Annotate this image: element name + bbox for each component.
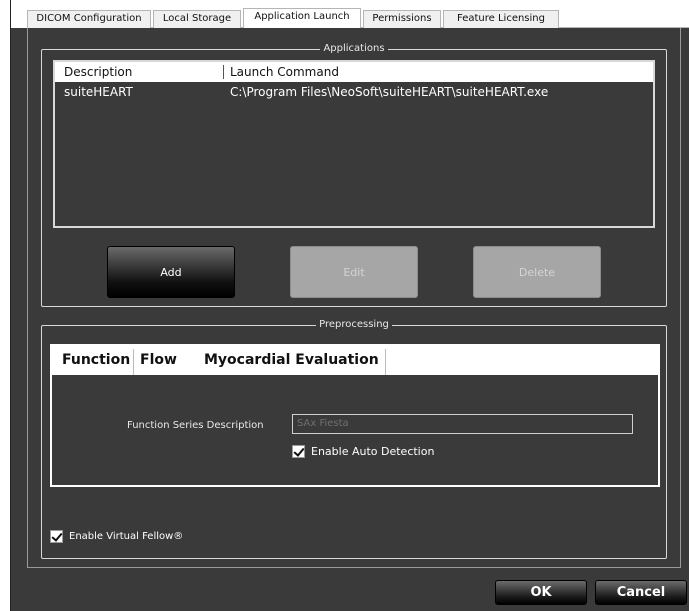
enable-virtual-fellow-label: Enable Virtual Fellow® xyxy=(69,531,184,542)
add-button[interactable]: Add xyxy=(107,246,235,298)
enable-auto-detection-label: Enable Auto Detection xyxy=(311,445,435,458)
tab-application-launch[interactable]: Application Launch xyxy=(243,8,361,29)
tab-feature-licensing[interactable]: Feature Licensing xyxy=(443,10,559,28)
enable-virtual-fellow-checkbox[interactable] xyxy=(50,530,63,543)
enable-auto-detection-row[interactable]: Enable Auto Detection xyxy=(292,445,434,458)
delete-button[interactable]: Delete xyxy=(473,246,601,298)
subtab-flow[interactable]: Flow xyxy=(140,349,190,375)
enable-auto-detection-checkbox[interactable] xyxy=(292,445,305,458)
preprocessing-legend: Preprocessing xyxy=(316,319,392,330)
column-header-launch-command[interactable]: Launch Command xyxy=(223,65,339,79)
tab-dicom-configuration[interactable]: DICOM Configuration xyxy=(27,10,151,28)
preprocessing-subtabs: Function Flow Myocardial Evaluation Func… xyxy=(50,344,660,487)
applications-legend-wrap: Applications xyxy=(42,42,666,56)
preprocessing-group: Preprocessing Function Flow Myocardial E… xyxy=(41,319,667,559)
applications-legend: Applications xyxy=(320,43,388,54)
subtab-bar: Function Flow Myocardial Evaluation xyxy=(52,346,658,375)
row-description: suiteHEART xyxy=(64,85,133,99)
table-row[interactable]: suiteHEART C:\Program Files\NeoSoft\suit… xyxy=(55,83,653,101)
cancel-button[interactable]: Cancel xyxy=(595,580,687,605)
tab-content: Applications Description Launch Command … xyxy=(27,28,681,568)
tab-local-storage[interactable]: Local Storage xyxy=(153,10,241,28)
application-config-dialog: DICOM Configuration Local Storage Applic… xyxy=(10,0,689,611)
row-launch-command: C:\Program Files\NeoSoft\suiteHEART\suit… xyxy=(230,85,549,99)
applications-table[interactable]: Description Launch Command suiteHEART C:… xyxy=(53,60,655,228)
tab-permissions[interactable]: Permissions xyxy=(363,10,441,28)
function-series-description-input[interactable]: SAx Fiesta xyxy=(292,414,633,434)
subtab-myocardial-evaluation[interactable]: Myocardial Evaluation xyxy=(204,349,386,375)
edit-button[interactable]: Edit xyxy=(290,246,418,298)
column-header-description[interactable]: Description xyxy=(64,62,132,82)
enable-virtual-fellow-row[interactable]: Enable Virtual Fellow® xyxy=(50,530,183,543)
subtab-function[interactable]: Function xyxy=(58,349,134,375)
tab-bar: DICOM Configuration Local Storage Applic… xyxy=(11,0,689,29)
preprocessing-legend-wrap: Preprocessing xyxy=(42,318,666,332)
function-series-description-label: Function Series Description xyxy=(127,420,264,431)
applications-group: Applications Description Launch Command … xyxy=(41,43,667,307)
ok-button[interactable]: OK xyxy=(495,580,587,605)
table-header: Description Launch Command xyxy=(55,62,653,82)
